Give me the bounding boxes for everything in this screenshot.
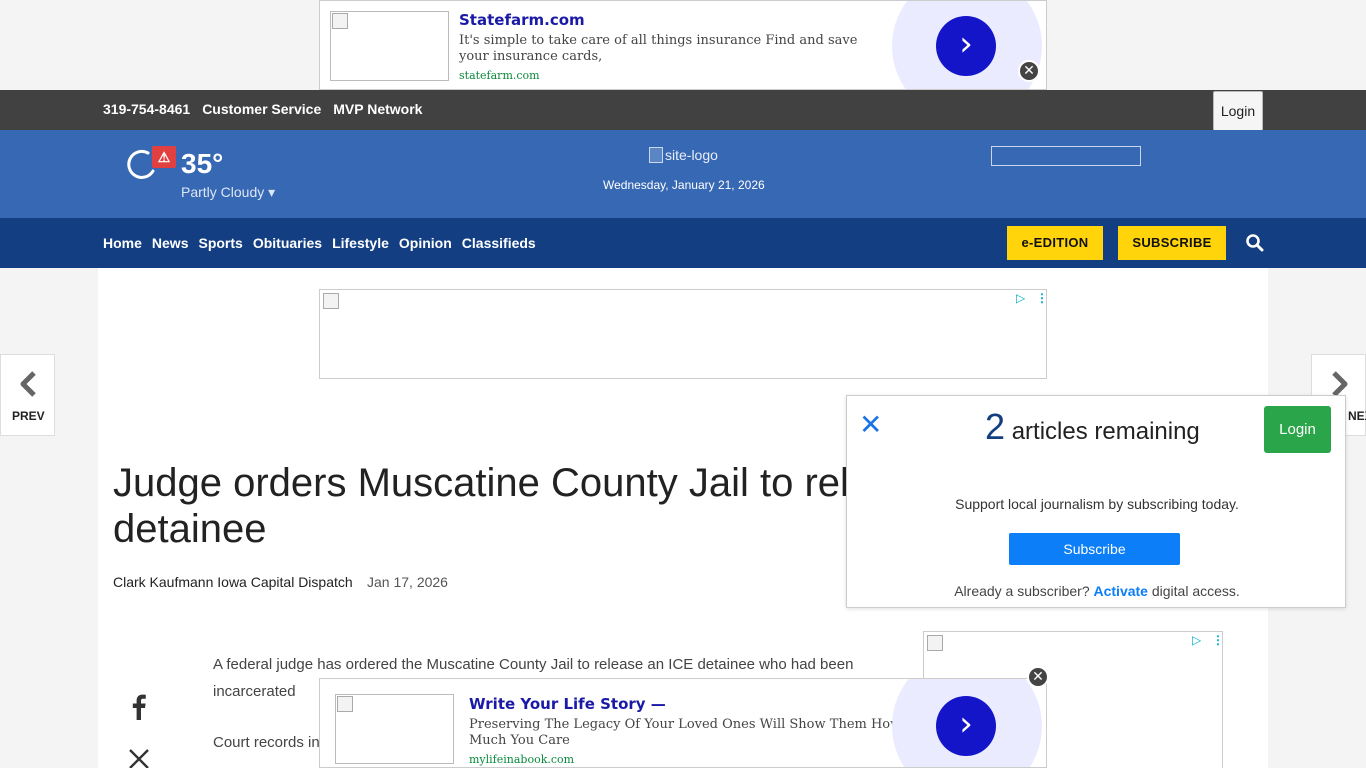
x-twitter-icon[interactable] — [128, 748, 150, 768]
site-logo[interactable]: site-logo — [649, 147, 718, 163]
masthead-image-placeholder[interactable] — [991, 146, 1141, 166]
phone-link[interactable]: 319-754-8461 — [103, 101, 190, 117]
ad-image[interactable] — [322, 292, 339, 309]
prev-label: PREV — [12, 409, 45, 423]
subscribe-button[interactable]: SUBSCRIBE — [1118, 226, 1226, 260]
top-ad-region: Statefarm.com It's simple to take care o… — [0, 0, 1366, 90]
article-date: Jan 17, 2026 — [367, 574, 448, 590]
nav-links: Home News Sports Obituaries Lifestyle Op… — [103, 235, 536, 251]
support-message: Support local journalism by subscribing … — [955, 496, 1239, 512]
ad-url[interactable]: statefarm.com — [459, 69, 540, 82]
paywall-login-button[interactable]: Login — [1264, 406, 1331, 453]
e-edition-button[interactable]: e-EDITION — [1007, 226, 1103, 260]
paywall-modal: ✕ 2 articles remaining Login Support loc… — [846, 395, 1346, 608]
utility-links: 319-754-8461 Customer Service MVP Networ… — [103, 101, 422, 117]
broken-image-icon — [649, 147, 663, 163]
top-banner-ad[interactable]: Statefarm.com It's simple to take care o… — [319, 0, 1047, 90]
masthead: ⚠ 35° Partly Cloudy ▾ site-logo Wednesda… — [0, 130, 1366, 218]
nav-sports[interactable]: Sports — [198, 235, 242, 251]
ad-title[interactable]: Write Your Life Story — — [469, 695, 666, 713]
mvp-network-link[interactable]: MVP Network — [333, 101, 422, 117]
login-button[interactable]: Login — [1213, 91, 1263, 131]
articles-remaining-count: 2 — [985, 406, 1006, 447]
nav-news[interactable]: News — [152, 235, 189, 251]
adchoices-icon[interactable]: ▷ — [1192, 633, 1201, 647]
digital-access-text: digital access. — [1147, 583, 1240, 599]
weather-condition[interactable]: Partly Cloudy ▾ — [181, 184, 275, 201]
masthead-date: Wednesday, January 21, 2026 — [603, 178, 765, 192]
site-logo-alt: site-logo — [665, 147, 718, 163]
activate-link[interactable]: Activate — [1094, 583, 1148, 599]
ad-description[interactable]: Preserving The Legacy Of Your Loved Ones… — [469, 717, 909, 749]
ad-url[interactable]: mylifeinabook.com — [469, 753, 574, 766]
adchoices-icon[interactable]: ▷ — [1016, 291, 1025, 305]
close-icon[interactable]: ✕ — [1018, 60, 1040, 82]
ad-image[interactable] — [335, 694, 454, 764]
close-icon[interactable]: ✕ — [1027, 666, 1049, 688]
leaderboard-ad[interactable]: ▷ ⋮ — [319, 289, 1048, 379]
already-subscriber-text: Already a subscriber? — [954, 583, 1094, 599]
nav-obituaries[interactable]: Obituaries — [253, 235, 322, 251]
paywall-subscribe-button[interactable]: Subscribe — [1009, 533, 1180, 565]
nav-home[interactable]: Home — [103, 235, 142, 251]
chevron-right-icon[interactable]: › — [936, 696, 996, 756]
chevron-right-icon[interactable]: › — [936, 16, 996, 76]
next-label: NEXT — [1348, 409, 1366, 423]
weather-alert-icon[interactable]: ⚠ — [152, 146, 176, 168]
ad-menu-icon[interactable]: ⋮ — [1036, 291, 1048, 305]
nav-lifestyle[interactable]: Lifestyle — [332, 235, 389, 251]
prev-article-button[interactable]: PREV — [0, 354, 55, 436]
already-subscriber-line: Already a subscriber? Activate digital a… — [847, 583, 1347, 599]
ad-image[interactable] — [926, 634, 943, 651]
main-nav: Home News Sports Obituaries Lifestyle Op… — [0, 218, 1366, 268]
temperature[interactable]: 35° — [181, 148, 223, 180]
nav-classifieds[interactable]: Classifieds — [462, 235, 536, 251]
articles-remaining: 2 articles remaining — [985, 406, 1200, 448]
facebook-icon[interactable] — [128, 694, 150, 720]
articles-remaining-text: articles remaining — [1005, 418, 1200, 445]
bottom-sticky-ad[interactable]: Write Your Life Story — Preserving The L… — [319, 678, 1047, 768]
ad-image[interactable] — [330, 11, 449, 81]
ad-menu-icon[interactable]: ⋮ — [1212, 633, 1224, 647]
close-icon[interactable]: ✕ — [859, 410, 882, 440]
ad-title[interactable]: Statefarm.com — [459, 11, 585, 29]
customer-service-link[interactable]: Customer Service — [202, 101, 321, 117]
ad-description[interactable]: It's simple to take care of all things i… — [459, 33, 879, 65]
search-icon[interactable] — [1245, 233, 1265, 253]
chevron-left-icon — [20, 371, 36, 397]
utility-bar: 319-754-8461 Customer Service MVP Networ… — [0, 90, 1366, 131]
nav-opinion[interactable]: Opinion — [399, 235, 452, 251]
article-byline[interactable]: Clark Kaufmann Iowa Capital Dispatch — [113, 574, 353, 590]
